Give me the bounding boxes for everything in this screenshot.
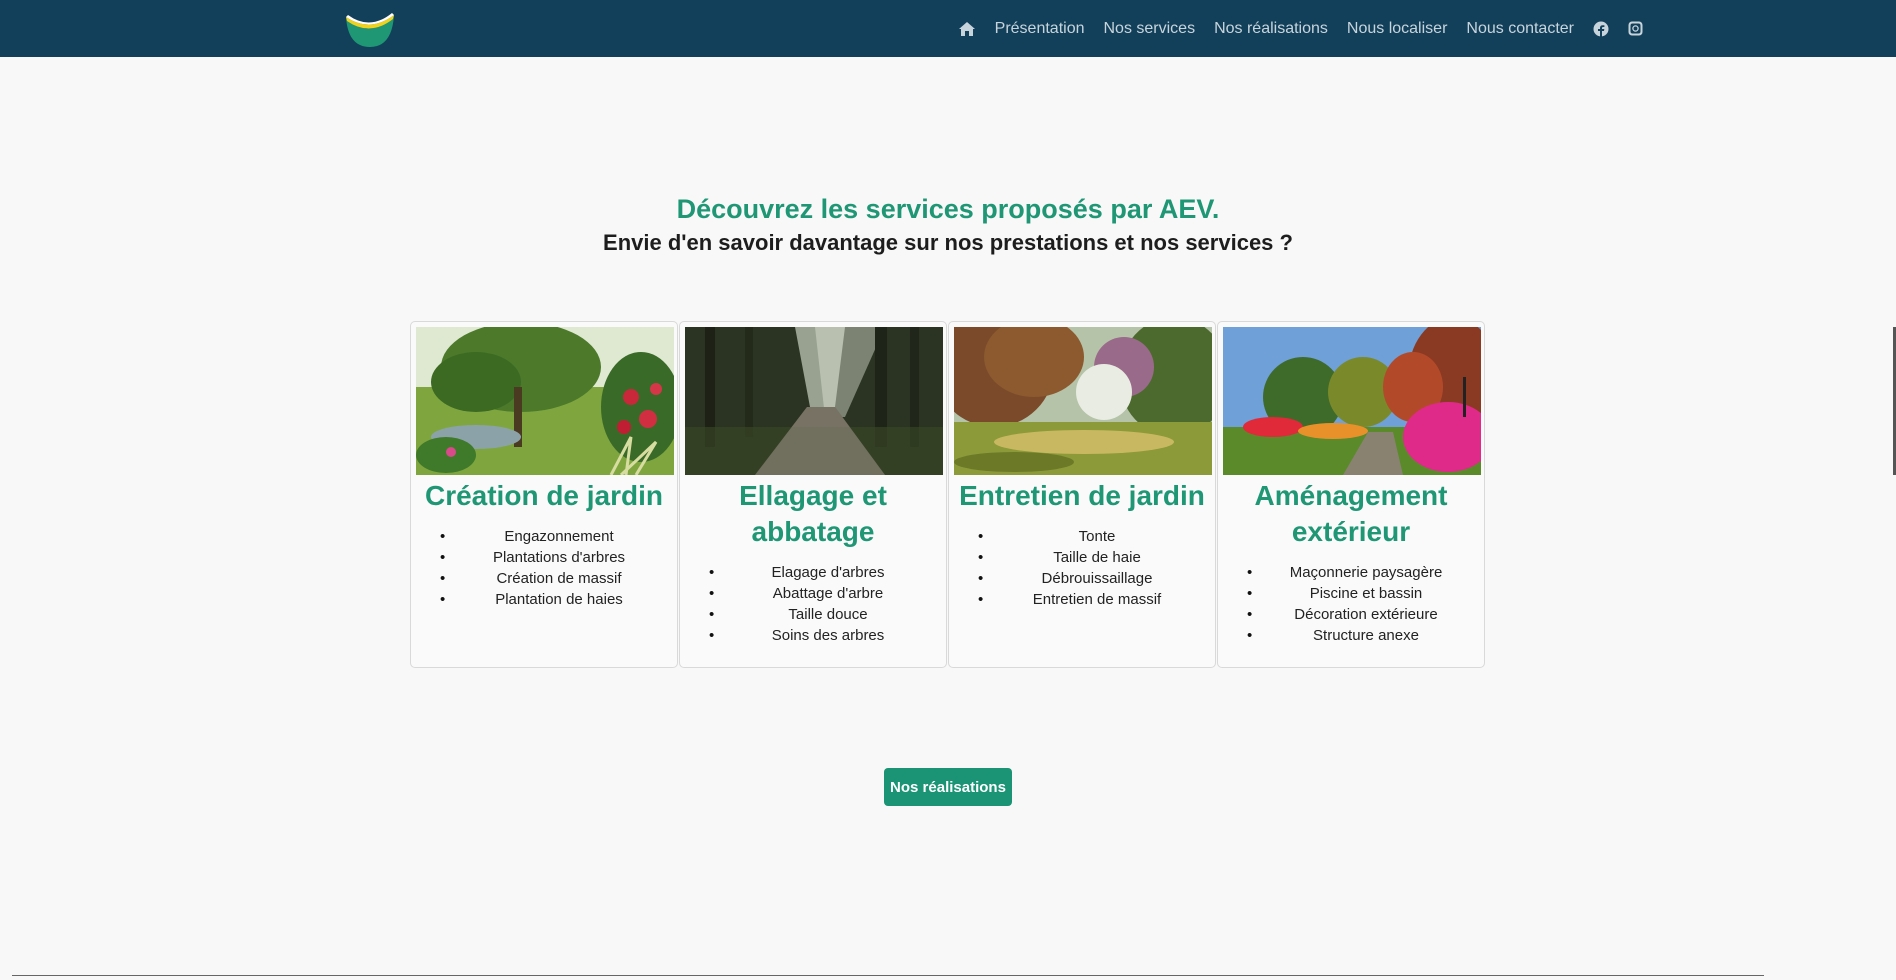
service-card-elagage: Ellagage et abbatage Elagage d'arbres Ab… — [679, 321, 947, 668]
list-item: Création de massif — [416, 568, 672, 589]
list-item: Maçonnerie paysagère — [1223, 562, 1479, 583]
nav-link-contact[interactable]: Nous contacter — [1466, 20, 1574, 38]
card-title: Aménagement extérieur — [1254, 480, 1448, 547]
list-item: Plantation de haies — [416, 589, 672, 610]
home-icon[interactable] — [958, 21, 976, 37]
list-item: Entretien de massif — [954, 589, 1210, 610]
page-subtitle: Envie d'en savoir davantage sur nos pres… — [603, 230, 1293, 255]
card-list: Maçonnerie paysagère Piscine et bassin D… — [1223, 562, 1479, 646]
nav-link-services[interactable]: Nos services — [1104, 20, 1196, 38]
list-item: Soins des arbres — [685, 625, 941, 646]
facebook-icon[interactable] — [1593, 21, 1609, 37]
card-list: Elagage d'arbres Abattage d'arbre Taille… — [685, 562, 941, 646]
card-title: Ellagage et abbatage — [739, 480, 887, 547]
instagram-icon[interactable] — [1628, 21, 1643, 36]
service-card-entretien: Entretien de jardin Tonte Taille de haie… — [948, 321, 1216, 668]
nav-link-realisations[interactable]: Nos réalisations — [1214, 20, 1328, 38]
service-card-amenagement: Aménagement extérieur Maçonnerie paysagè… — [1217, 321, 1485, 668]
card-list: Engazonnement Plantations d'arbres Créat… — [416, 526, 672, 610]
nav-link-presentation[interactable]: Présentation — [995, 20, 1085, 38]
flower-garden-photo — [1223, 327, 1481, 475]
list-item: Abattage d'arbre — [685, 583, 941, 604]
forest-path-photo — [685, 327, 943, 475]
list-item: Taille de haie — [954, 547, 1210, 568]
card-title: Création de jardin — [424, 480, 664, 511]
list-item: Décoration extérieure — [1223, 604, 1479, 625]
card-title: Entretien de jardin — [959, 480, 1205, 511]
nav-links: Présentation Nos services Nos réalisatio… — [958, 0, 1643, 57]
card-list: Tonte Taille de haie Débrouissaillage En… — [954, 526, 1210, 610]
list-item: Débrouissaillage — [954, 568, 1210, 589]
list-item: Taille douce — [685, 604, 941, 625]
top-navbar: Présentation Nos services Nos réalisatio… — [0, 0, 1896, 57]
services-cards: Création de jardin Engazonnement Plantat… — [410, 321, 1486, 668]
list-item: Plantations d'arbres — [416, 547, 672, 568]
divider — [12, 975, 1764, 976]
list-item: Elagage d'arbres — [685, 562, 941, 583]
nav-link-localiser[interactable]: Nous localiser — [1347, 20, 1447, 38]
list-item: Tonte — [954, 526, 1210, 547]
park-lawn-photo — [954, 327, 1212, 475]
realisations-button[interactable]: Nos réalisations — [884, 768, 1012, 806]
list-item: Piscine et bassin — [1223, 583, 1479, 604]
page-title: Découvrez les services proposés par AEV. — [676, 194, 1220, 224]
service-card-creation: Création de jardin Engazonnement Plantat… — [410, 321, 678, 668]
list-item: Engazonnement — [416, 526, 672, 547]
garden-pond-photo — [416, 327, 674, 475]
aev-logo[interactable] — [344, 11, 396, 47]
list-item: Structure anexe — [1223, 625, 1479, 646]
